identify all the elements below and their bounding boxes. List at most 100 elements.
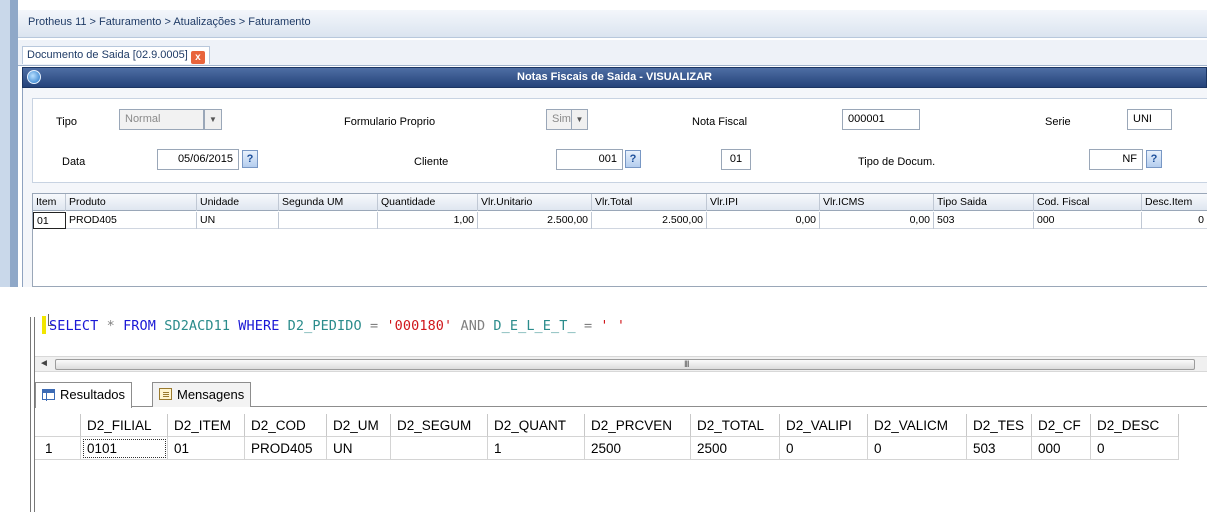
column-header[interactable]: D2_PRCVEN bbox=[585, 414, 691, 437]
result-cell[interactable]: 0 bbox=[1091, 437, 1179, 460]
sql-operator: = bbox=[583, 318, 593, 334]
tab-label: Resultados bbox=[60, 387, 126, 402]
editor-margin-line bbox=[30, 317, 31, 512]
grid-cell[interactable]: PROD405 bbox=[66, 212, 197, 229]
nota-fiscal-field[interactable]: 000001 bbox=[842, 109, 920, 130]
results-header-row: D2_FILIAL D2_ITEM D2_COD D2_UM D2_SEGUM … bbox=[35, 414, 1207, 437]
data-lookup-icon[interactable]: ? bbox=[242, 150, 258, 168]
cliente-lookup-icon[interactable]: ? bbox=[625, 150, 641, 168]
column-header[interactable]: Desc.Item bbox=[1142, 194, 1207, 211]
column-header[interactable]: D2_UM bbox=[327, 414, 391, 437]
result-cell[interactable] bbox=[391, 437, 488, 460]
grid-cell[interactable]: 01 bbox=[33, 212, 66, 229]
result-cell[interactable]: 01 bbox=[168, 437, 245, 460]
tab-documento-de-saida[interactable]: Documento de Saida [02.9.0005] x bbox=[22, 46, 210, 64]
result-cell[interactable]: UN bbox=[327, 437, 391, 460]
grid-cell[interactable]: 2.500,00 bbox=[592, 212, 707, 229]
serie-field[interactable]: UNI bbox=[1127, 109, 1172, 130]
data-field[interactable]: 05/06/2015 bbox=[157, 149, 239, 170]
sql-keyword: FROM bbox=[123, 318, 156, 334]
column-header[interactable]: D2_DESC bbox=[1091, 414, 1179, 437]
close-icon[interactable]: x bbox=[190, 51, 205, 64]
breadcrumb[interactable]: Protheus 11 > Faturamento > Atualizações… bbox=[28, 16, 311, 28]
column-header[interactable]: Vlr.Total bbox=[592, 194, 707, 211]
tipo-documento-field[interactable]: NF bbox=[1089, 149, 1143, 170]
column-header[interactable]: Quantidade bbox=[378, 194, 478, 211]
result-cell[interactable]: 0101 bbox=[81, 437, 168, 460]
scroll-left-icon[interactable]: ◄ bbox=[39, 358, 49, 369]
column-header[interactable]: D2_SEGUM bbox=[391, 414, 488, 437]
tipo-documento-lookup-icon[interactable]: ? bbox=[1146, 150, 1162, 168]
column-header[interactable]: Segunda UM bbox=[279, 194, 378, 211]
serie-label: Serie bbox=[1045, 116, 1071, 128]
grid-cell[interactable]: 0,00 bbox=[820, 212, 934, 229]
grid-cell[interactable] bbox=[279, 212, 378, 229]
row-header-corner[interactable] bbox=[35, 414, 81, 437]
protheus-window: Protheus 11 > Faturamento > Atualizações… bbox=[0, 0, 1207, 287]
result-cell[interactable]: 2500 bbox=[691, 437, 780, 460]
table-row[interactable]: 01 PROD405 UN 1,00 2.500,00 2.500,00 0,0… bbox=[33, 212, 1207, 229]
grid-results-icon bbox=[42, 389, 55, 401]
cliente-field[interactable]: 001 bbox=[556, 149, 623, 170]
tipo-dropdown-icon[interactable]: ▼ bbox=[204, 109, 222, 130]
column-header[interactable]: Tipo Saida bbox=[934, 194, 1034, 211]
column-header[interactable]: D2_COD bbox=[245, 414, 327, 437]
result-cell[interactable]: 2500 bbox=[585, 437, 691, 460]
column-header[interactable]: Produto bbox=[66, 194, 197, 211]
column-header[interactable]: D2_VALICM bbox=[868, 414, 967, 437]
grid-cell[interactable]: 503 bbox=[934, 212, 1034, 229]
column-header[interactable]: Item bbox=[33, 194, 66, 211]
table-row[interactable]: 1 0101 01 PROD405 UN 1 2500 2500 0 0 503… bbox=[35, 437, 1207, 460]
sql-query-line[interactable]: SELECT * FROM SD2ACD11 WHERE D2_PEDIDO =… bbox=[49, 318, 625, 334]
sql-string: '000180' bbox=[386, 318, 453, 334]
column-header[interactable]: Unidade bbox=[197, 194, 279, 211]
left-panel-border bbox=[10, 0, 18, 287]
column-header[interactable]: D2_VALIPI bbox=[780, 414, 868, 437]
column-header[interactable]: Vlr.ICMS bbox=[820, 194, 934, 211]
grid-cell[interactable]: 000 bbox=[1034, 212, 1142, 229]
tipo-select[interactable]: Normal bbox=[119, 109, 204, 130]
tab-resultados[interactable]: Resultados bbox=[35, 382, 133, 408]
grid-cell[interactable]: UN bbox=[197, 212, 279, 229]
scrollbar-thumb[interactable]: III bbox=[55, 359, 1195, 370]
formulario-dropdown-icon[interactable]: ▼ bbox=[571, 109, 588, 130]
grid-cell[interactable]: 0 bbox=[1142, 212, 1207, 229]
messages-icon bbox=[159, 388, 172, 400]
grid-cell[interactable]: 2.500,00 bbox=[478, 212, 592, 229]
column-header[interactable]: D2_QUANT bbox=[488, 414, 585, 437]
sql-keyword: SELECT bbox=[49, 318, 99, 334]
column-header[interactable]: Cod. Fiscal bbox=[1034, 194, 1142, 211]
results-grid: D2_FILIAL D2_ITEM D2_COD D2_UM D2_SEGUM … bbox=[35, 408, 1207, 512]
grid-cell[interactable]: 1,00 bbox=[378, 212, 478, 229]
loja-field[interactable]: 01 bbox=[721, 149, 751, 170]
items-grid: Item Produto Unidade Segunda UM Quantida… bbox=[32, 193, 1207, 287]
result-cell[interactable]: 0 bbox=[780, 437, 868, 460]
result-cell[interactable]: 1 bbox=[488, 437, 585, 460]
column-header[interactable]: Vlr.Unitario bbox=[478, 194, 592, 211]
scroll-grip: III bbox=[684, 359, 689, 369]
column-header[interactable]: D2_ITEM bbox=[168, 414, 245, 437]
column-header[interactable]: D2_FILIAL bbox=[81, 414, 168, 437]
result-cell[interactable]: 503 bbox=[967, 437, 1032, 460]
changed-line-marker bbox=[42, 316, 46, 334]
tab-label: Mensagens bbox=[177, 387, 245, 402]
horizontal-scrollbar[interactable]: ◄ III bbox=[35, 356, 1207, 372]
sql-column: D2_PEDIDO bbox=[287, 318, 362, 334]
column-header[interactable]: D2_CF bbox=[1032, 414, 1091, 437]
column-header[interactable]: Vlr.IPI bbox=[707, 194, 820, 211]
result-cell[interactable]: 0 bbox=[868, 437, 967, 460]
grid-cell[interactable]: 0,00 bbox=[707, 212, 820, 229]
result-cell[interactable]: 000 bbox=[1032, 437, 1091, 460]
row-number[interactable]: 1 bbox=[35, 437, 81, 460]
results-tabbar: Resultados Mensagens bbox=[35, 382, 1207, 408]
result-cell[interactable]: PROD405 bbox=[245, 437, 327, 460]
tipo-documento-label: Tipo de Docum. bbox=[858, 156, 936, 168]
tab-mensagens[interactable]: Mensagens bbox=[152, 382, 252, 407]
column-header[interactable]: D2_TOTAL bbox=[691, 414, 780, 437]
formulario-proprio-select[interactable]: Sim bbox=[546, 109, 572, 130]
tipo-label: Tipo bbox=[56, 116, 77, 128]
sql-keyword: WHERE bbox=[238, 318, 280, 334]
cliente-label: Cliente bbox=[414, 156, 449, 168]
data-label: Data bbox=[62, 156, 86, 168]
column-header[interactable]: D2_TES bbox=[967, 414, 1032, 437]
